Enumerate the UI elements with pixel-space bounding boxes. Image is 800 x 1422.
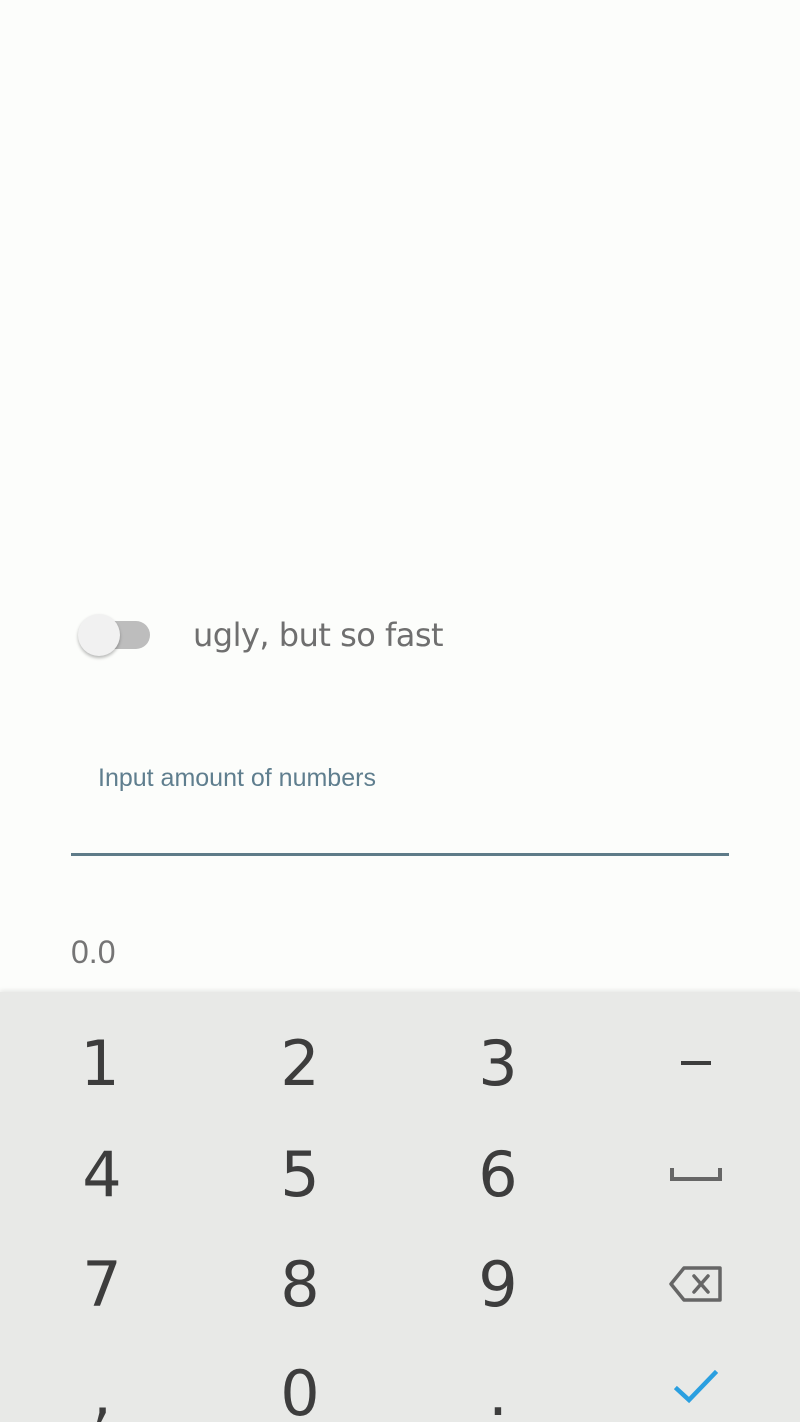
key-5[interactable]: 5 xyxy=(200,1119,400,1229)
key-2[interactable]: 2 xyxy=(200,1008,400,1118)
amount-input[interactable] xyxy=(71,800,729,856)
app-screen: ugly, but so fast Input amount of number… xyxy=(0,0,800,992)
toggle-row: ugly, but so fast xyxy=(78,610,444,660)
minus-icon xyxy=(681,1061,711,1065)
fast-mode-switch[interactable] xyxy=(78,611,152,659)
space-icon xyxy=(670,1168,722,1181)
key-0[interactable]: 0 xyxy=(200,1338,400,1422)
input-label: Input amount of numbers xyxy=(98,764,376,792)
key-6[interactable]: 6 xyxy=(398,1119,598,1229)
period-key[interactable]: . xyxy=(398,1338,598,1422)
result-value: 0.0 xyxy=(71,934,116,970)
key-3[interactable]: 3 xyxy=(398,1008,598,1118)
minus-key[interactable] xyxy=(596,1008,796,1118)
switch-thumb xyxy=(78,614,120,656)
switch-label: ugly, but so fast xyxy=(193,616,444,654)
numeric-keyboard: 1 2 3 4 5 6 7 8 9 , 0 . xyxy=(0,992,800,1422)
key-8[interactable]: 8 xyxy=(200,1229,400,1339)
key-7[interactable]: 7 xyxy=(2,1229,202,1339)
done-key[interactable] xyxy=(596,1332,796,1422)
space-key[interactable] xyxy=(596,1119,796,1229)
comma-key[interactable]: , xyxy=(2,1338,202,1422)
key-4[interactable]: 4 xyxy=(2,1119,202,1229)
backspace-key[interactable] xyxy=(596,1229,796,1339)
key-1[interactable]: 1 xyxy=(0,1008,200,1118)
checkmark-icon xyxy=(674,1369,718,1404)
backspace-icon xyxy=(669,1266,722,1302)
key-9[interactable]: 9 xyxy=(398,1229,598,1339)
